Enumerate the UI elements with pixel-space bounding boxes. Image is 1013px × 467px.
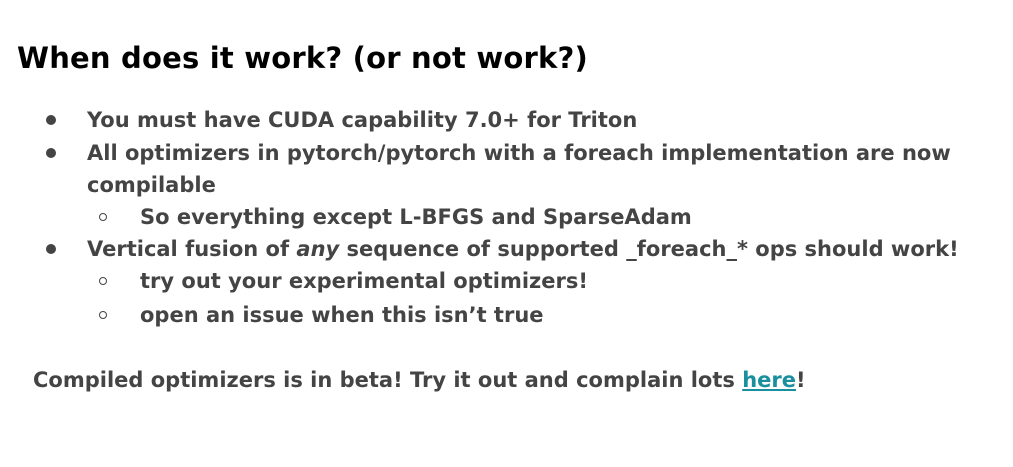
sub-bullet-ring [99, 277, 107, 285]
fusion-text-emphasis: any [296, 237, 340, 261]
bullet-item-vertical-fusion: Vertical fusion of any sequence of suppo… [87, 233, 959, 265]
bullet-dot [46, 244, 56, 254]
slide: When does it work? (or not work?) You mu… [0, 0, 1013, 467]
fusion-text-after: sequence of supported _foreach_* ops sho… [339, 237, 959, 261]
bullet-dot [46, 148, 56, 158]
fusion-text-before: Vertical fusion of [87, 237, 297, 261]
sub-bullet-item-except: So everything except L-BFGS and SparseAd… [140, 205, 692, 229]
sub-bullet-ring [99, 311, 107, 319]
footer-suffix: ! [796, 368, 806, 392]
sub-bullet-ring [99, 213, 107, 221]
footer-callout: Compiled optimizers is in beta! Try it o… [33, 364, 806, 396]
bullet-item-cuda: You must have CUDA capability 7.0+ for T… [87, 108, 638, 132]
bullet-item-optimizers-line2: compilable [87, 173, 216, 197]
bullet-item-optimizers-line1: All optimizers in pytorch/pytorch with a… [87, 141, 951, 165]
footer-text: Compiled optimizers is in beta! Try it o… [33, 368, 743, 392]
bullet-dot [46, 115, 56, 125]
here-link[interactable]: here [742, 368, 796, 392]
slide-title: When does it work? (or not work?) [17, 41, 588, 75]
sub-bullet-item-issue: open an issue when this isn’t true [140, 303, 544, 327]
sub-bullet-item-experimental: try out your experimental optimizers! [140, 269, 588, 293]
